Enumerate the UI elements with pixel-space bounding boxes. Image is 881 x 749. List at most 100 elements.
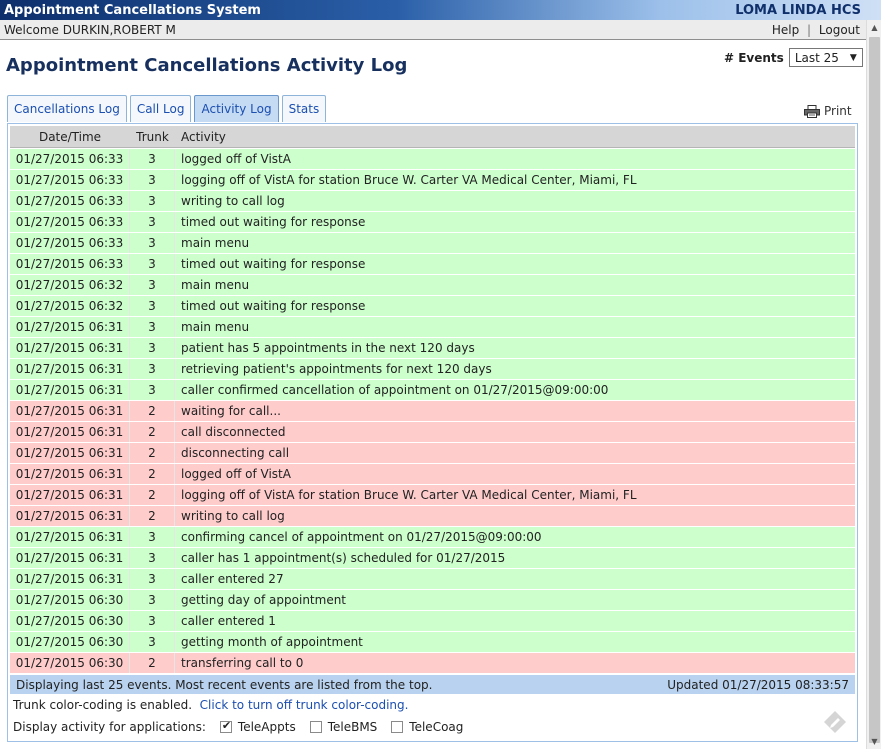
pencil-edit-icon xyxy=(824,711,846,733)
color-coding-line: Trunk color-coding is enabled. Click to … xyxy=(13,698,408,712)
page-title: Appointment Cancellations Activity Log xyxy=(6,55,408,76)
telebms-label[interactable]: TeleBMS xyxy=(328,720,378,734)
table-row: 01/27/2015 06:33 3 timed out waiting for r… xyxy=(10,212,855,233)
table-row: 01/27/2015 06:31 3 caller entered 27 xyxy=(10,569,855,590)
cell-trunk: 3 xyxy=(130,149,175,169)
cell-datetime: 01/27/2015 06:30 xyxy=(10,590,130,610)
header-activity[interactable]: Activity xyxy=(175,130,855,144)
cell-datetime: 01/27/2015 06:31 xyxy=(10,527,130,547)
events-select[interactable]: Last 25 ▼ xyxy=(788,48,863,67)
telecoag-checkbox[interactable] xyxy=(391,721,404,733)
table-row: 01/27/2015 06:33 3 logging off of VistA fo… xyxy=(10,170,855,191)
tab-cancellations-log[interactable]: Cancellations Log xyxy=(7,95,127,122)
table-row: 01/27/2015 06:30 3 caller entered 1 xyxy=(10,611,855,632)
telebms-checkbox[interactable] xyxy=(309,721,322,733)
cell-activity: main menu xyxy=(181,236,250,250)
cell-trunk: 2 xyxy=(130,401,175,421)
cell-datetime: 01/27/2015 06:31 xyxy=(10,506,130,526)
print-label: Print xyxy=(824,104,852,118)
cell-trunk: 3 xyxy=(130,191,175,211)
cell-datetime: 01/27/2015 06:33 xyxy=(10,233,130,253)
cell-datetime: 01/27/2015 06:31 xyxy=(10,569,130,589)
table-row: 01/27/2015 06:30 2 transferring call to 0 xyxy=(10,653,855,674)
cell-activity: confirming cancel of appointment on 01/2… xyxy=(181,530,542,544)
user-bar: Welcome DURKIN,ROBERT M Help | Logout xyxy=(0,20,866,40)
cell-datetime: 01/27/2015 06:31 xyxy=(10,443,130,463)
logout-link[interactable]: Logout xyxy=(819,23,860,37)
cell-trunk: 3 xyxy=(130,611,175,631)
header-datetime[interactable]: Date/Time xyxy=(10,130,130,144)
table-row: 01/27/2015 06:31 2 waiting for call... xyxy=(10,401,855,422)
cell-activity: call disconnected xyxy=(181,425,286,439)
table-row: 01/27/2015 06:33 3 timed out waiting for r… xyxy=(10,254,855,275)
cell-activity: logged off of VistA xyxy=(181,467,291,481)
cell-trunk: 2 xyxy=(130,443,175,463)
cell-activity: logging off of VistA for station Bruce W… xyxy=(181,173,637,187)
org-name: LOMA LINDA HCS xyxy=(735,2,861,18)
tab-call-log[interactable]: Call Log xyxy=(129,95,192,122)
cell-datetime: 01/27/2015 06:30 xyxy=(10,611,130,631)
cell-trunk: 3 xyxy=(130,296,175,316)
table-row: 01/27/2015 06:33 3 logged off of VistA xyxy=(10,149,855,170)
cell-trunk: 3 xyxy=(130,632,175,652)
table-row: 01/27/2015 06:31 3 retrieving patient's ap… xyxy=(10,359,855,380)
scroll-thumb[interactable] xyxy=(869,37,880,743)
cell-trunk: 2 xyxy=(130,653,175,673)
cell-datetime: 01/27/2015 06:32 xyxy=(10,296,130,316)
table-row: 01/27/2015 06:30 3 getting month of appoin… xyxy=(10,632,855,653)
cell-datetime: 01/27/2015 06:31 xyxy=(10,338,130,358)
printer-icon xyxy=(804,104,820,118)
cell-datetime: 01/27/2015 06:30 xyxy=(10,653,130,673)
cell-activity: caller confirmed cancellation of appoint… xyxy=(181,383,609,397)
teleappts-label[interactable]: TeleAppts xyxy=(238,720,296,734)
color-coding-text: Trunk color-coding is enabled. xyxy=(13,698,193,712)
cell-activity: caller entered 1 xyxy=(181,614,276,628)
telecoag-label[interactable]: TeleCoag xyxy=(409,720,463,734)
cell-activity: logged off of VistA xyxy=(181,152,291,166)
cell-trunk: 3 xyxy=(130,275,175,295)
tab-activity-log[interactable]: Activity Log xyxy=(194,95,279,122)
table-row: 01/27/2015 06:31 2 logging off of VistA fo… xyxy=(10,485,855,506)
help-link[interactable]: Help xyxy=(772,23,799,37)
app-title: Appointment Cancellations System xyxy=(4,2,261,18)
cell-trunk: 2 xyxy=(130,485,175,505)
cell-datetime: 01/27/2015 06:31 xyxy=(10,422,130,442)
cell-trunk: 2 xyxy=(130,506,175,526)
tab-bar: Cancellations Log Call Log Activity Log … xyxy=(7,95,327,122)
table-row: 01/27/2015 06:30 3 getting day of appointm… xyxy=(10,590,855,611)
table-row: 01/27/2015 06:31 3 caller has 1 appointmen… xyxy=(10,548,855,569)
apps-filter: Display activity for applications: TeleA… xyxy=(13,719,463,734)
events-label: # Events xyxy=(724,50,784,65)
table-header: Date/Time Trunk Activity xyxy=(10,126,855,148)
cell-activity: caller entered 27 xyxy=(181,572,284,586)
cell-trunk: 3 xyxy=(130,527,175,547)
cell-trunk: 2 xyxy=(130,464,175,484)
link-separator: | xyxy=(807,22,812,37)
status-bar: Displaying last 25 events. Most recent e… xyxy=(10,675,855,694)
cell-trunk: 3 xyxy=(130,338,175,358)
cell-trunk: 2 xyxy=(130,422,175,442)
events-control: # Events Last 25 ▼ xyxy=(724,48,863,67)
cell-trunk: 3 xyxy=(130,170,175,190)
cell-datetime: 01/27/2015 06:33 xyxy=(10,170,130,190)
scroll-down-icon[interactable]: ▼ xyxy=(867,734,881,749)
activity-table-body: 01/27/2015 06:33 3 logged off of VistA 01/2… xyxy=(10,149,855,674)
cell-activity: writing to call log xyxy=(181,509,285,523)
cell-activity: caller has 1 appointment(s) scheduled fo… xyxy=(181,551,506,565)
cell-datetime: 01/27/2015 06:31 xyxy=(10,464,130,484)
toggle-color-coding-link[interactable]: Click to turn off trunk color-coding. xyxy=(200,698,409,712)
cell-activity: patient has 5 appointments in the next 1… xyxy=(181,341,475,355)
cell-activity: getting month of appointment xyxy=(181,635,363,649)
cell-trunk: 3 xyxy=(130,233,175,253)
header-trunk[interactable]: Trunk xyxy=(130,130,175,144)
table-row: 01/27/2015 06:31 2 logged off of VistA xyxy=(10,464,855,485)
teleappts-checkbox[interactable] xyxy=(219,719,232,733)
print-button[interactable]: Print xyxy=(804,104,852,118)
page-scrollbar[interactable]: ▲ ▼ xyxy=(866,20,881,749)
events-selected-value: Last 25 xyxy=(794,50,839,65)
cell-datetime: 01/27/2015 06:31 xyxy=(10,401,130,421)
scroll-up-icon[interactable]: ▲ xyxy=(867,20,881,35)
table-row: 01/27/2015 06:32 3 timed out waiting for r… xyxy=(10,296,855,317)
tab-stats[interactable]: Stats xyxy=(281,95,327,122)
cell-activity: writing to call log xyxy=(181,194,285,208)
